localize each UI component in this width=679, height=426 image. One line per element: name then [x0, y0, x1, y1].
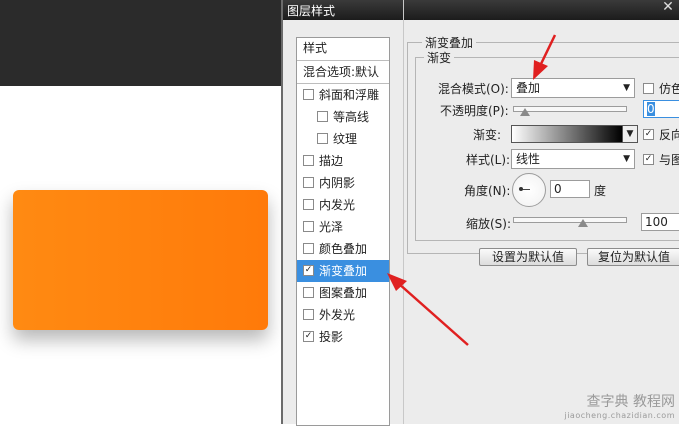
scale-slider-thumb[interactable] — [578, 219, 588, 227]
style-item-label: 内阴影 — [319, 176, 356, 190]
style-item-label: 图案叠加 — [319, 286, 368, 300]
style-item[interactable]: 颜色叠加 — [297, 238, 389, 260]
layer-style-dialog: 图层样式 ✕ 样式 混合选项:默认 斜面和浮雕等高线纹理描边内阴影内发光光泽颜色… — [281, 0, 679, 426]
set-default-button[interactable]: 设置为默认值 — [479, 248, 577, 266]
checkbox-icon[interactable] — [303, 89, 314, 100]
close-icon[interactable]: ✕ — [659, 0, 677, 17]
style-item-label: 等高线 — [333, 110, 370, 124]
style-item[interactable]: 纹理 — [297, 128, 389, 150]
style-item-label: 光泽 — [319, 220, 344, 234]
dither-checkbox[interactable]: 仿色 — [643, 80, 679, 97]
opacity-slider[interactable] — [513, 106, 627, 112]
style-value: 线性 — [516, 152, 541, 166]
scale-input[interactable]: 100 — [641, 213, 679, 231]
opacity-slider-thumb[interactable] — [520, 108, 530, 116]
checkbox-checked-icon: ✓ — [643, 154, 654, 165]
style-item[interactable]: 等高线 — [297, 106, 389, 128]
checkbox-icon — [643, 83, 654, 94]
angle-center-dot — [519, 187, 523, 191]
dropdown-arrow-icon: ▼ — [623, 83, 630, 93]
scale-slider[interactable] — [513, 217, 627, 223]
opacity-label: 不透明度(P): — [440, 104, 509, 118]
style-item-label: 斜面和浮雕 — [319, 88, 380, 102]
checkbox-icon[interactable] — [303, 155, 314, 166]
canvas-area — [0, 0, 285, 424]
style-item[interactable]: 光泽 — [297, 216, 389, 238]
subgroup-title: 渐变 — [424, 49, 455, 66]
style-item[interactable]: 描边 — [297, 150, 389, 172]
style-item-label: 外发光 — [319, 308, 356, 322]
checkbox-icon[interactable] — [303, 309, 314, 320]
style-item[interactable]: ✓ 投影 — [297, 326, 389, 348]
reverse-label: 反向 — [659, 128, 679, 142]
angle-unit: 度 — [594, 184, 607, 198]
checkbox-icon[interactable] — [317, 133, 328, 144]
scale-label: 缩放(S): — [466, 217, 512, 231]
gradient-dropdown-button[interactable]: ▼ — [622, 125, 638, 143]
orange-rounded-rectangle — [13, 190, 268, 330]
angle-value: 0 — [554, 182, 562, 196]
style-item-label: 描边 — [319, 154, 344, 168]
checkbox-icon[interactable] — [303, 243, 314, 254]
style-list: 样式 混合选项:默认 斜面和浮雕等高线纹理描边内阴影内发光光泽颜色叠加 ✓ 渐变叠加… — [296, 37, 390, 426]
style-item[interactable]: 内阴影 — [297, 172, 389, 194]
checkbox-icon[interactable] — [303, 177, 314, 188]
style-item-label: 纹理 — [333, 132, 358, 146]
align-with-layer-checkbox[interactable]: ✓ 与图 — [643, 151, 679, 168]
style-item[interactable]: ✓ 渐变叠加 — [297, 260, 389, 282]
angle-label: 角度(N): — [464, 184, 511, 198]
dropdown-arrow-icon: ▼ — [623, 154, 630, 164]
checkbox-checked-icon[interactable]: ✓ — [303, 331, 314, 342]
checkbox-icon[interactable] — [317, 111, 328, 122]
style-item-label: 渐变叠加 — [319, 264, 368, 278]
style-list-header[interactable]: 样式 — [297, 38, 389, 61]
style-select[interactable]: 线性 ▼ — [511, 149, 635, 169]
checkbox-icon[interactable] — [303, 287, 314, 298]
angle-input[interactable]: 0 — [550, 180, 590, 198]
watermark-main: 查字典 教程网 — [586, 394, 675, 410]
opacity-input[interactable]: 0 — [643, 100, 679, 118]
blend-options-item[interactable]: 混合选项:默认 — [297, 61, 389, 84]
style-item-label: 颜色叠加 — [319, 242, 368, 256]
canvas-top-dark-area — [0, 0, 285, 86]
reset-default-button[interactable]: 复位为默认值 — [587, 248, 679, 266]
style-label: 样式(L): — [466, 153, 511, 167]
blend-mode-select[interactable]: 叠加 ▼ — [511, 78, 635, 98]
dialog-titlebar: 图层样式 ✕ — [283, 0, 679, 20]
gradient-picker[interactable] — [511, 125, 623, 143]
checkbox-checked-icon: ✓ — [643, 129, 654, 140]
checkbox-icon[interactable] — [303, 199, 314, 210]
align-label: 与图 — [659, 153, 679, 167]
blend-mode-value: 叠加 — [516, 81, 541, 95]
style-item-label: 内发光 — [319, 198, 356, 212]
blend-mode-label: 混合模式(O): — [438, 82, 509, 96]
style-item[interactable]: 外发光 — [297, 304, 389, 326]
style-item[interactable]: 斜面和浮雕 — [297, 84, 389, 106]
checkbox-icon[interactable] — [303, 221, 314, 232]
style-item-label: 投影 — [319, 330, 344, 344]
opacity-value: 0 — [647, 102, 655, 116]
gradient-label: 渐变: — [473, 128, 502, 142]
scale-value: 100 — [645, 215, 668, 229]
watermark: 查字典 教程网 jiaocheng.chazidian.com — [564, 391, 675, 420]
reverse-checkbox[interactable]: ✓ 反向 — [643, 126, 679, 143]
watermark-sub: jiaocheng.chazidian.com — [564, 411, 675, 420]
angle-dial[interactable] — [512, 173, 546, 207]
dither-label: 仿色 — [659, 82, 679, 96]
panel-divider — [403, 0, 404, 424]
checkbox-checked-icon[interactable]: ✓ — [303, 265, 314, 276]
style-item[interactable]: 内发光 — [297, 194, 389, 216]
style-item[interactable]: 图案叠加 — [297, 282, 389, 304]
dialog-title: 图层样式 — [287, 4, 336, 18]
